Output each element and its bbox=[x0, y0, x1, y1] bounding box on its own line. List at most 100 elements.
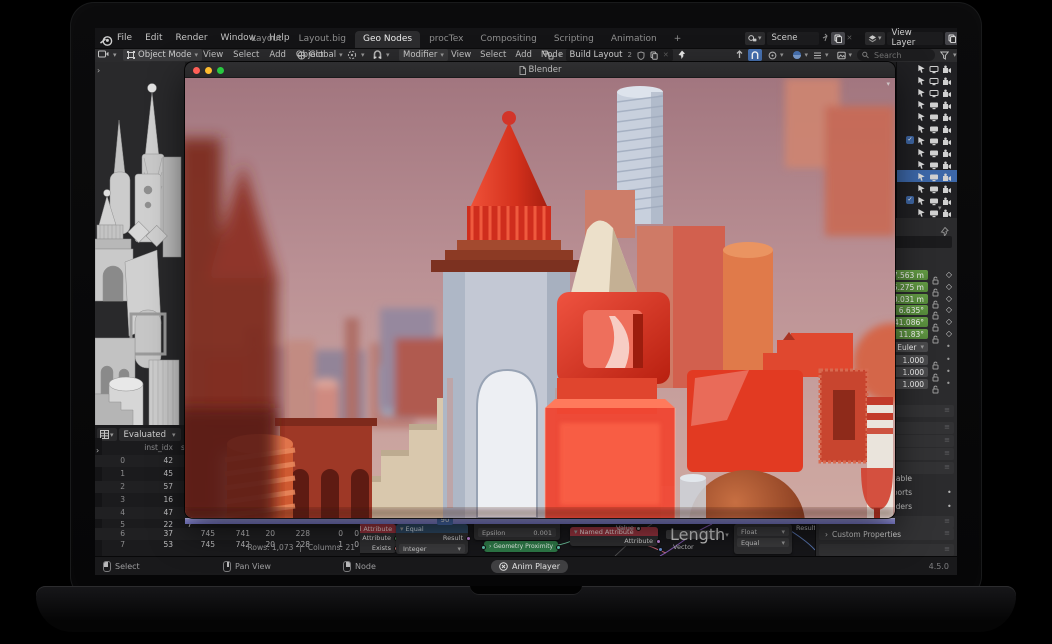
row-expand-arrow-icon[interactable]: › bbox=[96, 446, 99, 455]
menu-file[interactable]: File bbox=[117, 33, 132, 43]
new-view-layer-icon[interactable] bbox=[945, 32, 957, 45]
lock-icon[interactable] bbox=[932, 355, 940, 365]
lock-icon[interactable] bbox=[932, 379, 940, 389]
viewport-3d[interactable] bbox=[95, 62, 185, 425]
parent-up-icon[interactable] bbox=[735, 50, 744, 60]
tab-layout-big[interactable]: Layout.big bbox=[291, 31, 354, 48]
panel-grip-icon[interactable]: ≡ bbox=[944, 406, 950, 414]
checkbox-icon[interactable]: ✓ bbox=[906, 196, 914, 204]
dataset-dropdown[interactable]: Evaluated▾ bbox=[119, 428, 181, 441]
orientation-dropdown[interactable]: Global▾ bbox=[295, 48, 345, 62]
node-named-attribute-right[interactable]: ▾Named Attribute Attribute bbox=[570, 527, 658, 546]
outliner-view-dropdown[interactable]: ▾ bbox=[835, 49, 855, 61]
anim-player-button[interactable]: Anim Player bbox=[491, 560, 568, 573]
lock-icon[interactable] bbox=[932, 305, 940, 315]
lock-icon[interactable] bbox=[932, 270, 940, 280]
panel-grip-icon[interactable]: ≡ bbox=[944, 436, 950, 444]
lock-icon[interactable] bbox=[932, 294, 940, 304]
view-menu-chevron-icon[interactable]: ▾ bbox=[886, 80, 890, 88]
pivot-dropdown[interactable]: ▾ bbox=[347, 48, 365, 62]
animate-dot[interactable]: • bbox=[946, 367, 951, 376]
lock-icon[interactable] bbox=[932, 317, 940, 327]
tab-geo-nodes[interactable]: Geo Nodes bbox=[355, 31, 420, 48]
animate-dot[interactable]: • bbox=[947, 488, 952, 497]
viewport-menu-select[interactable]: Select bbox=[233, 50, 259, 60]
tab-compositing[interactable]: Compositing bbox=[472, 31, 544, 48]
animate-dot[interactable]: • bbox=[947, 502, 952, 511]
fake-user-shield-icon[interactable] bbox=[637, 51, 645, 60]
tab-scripting[interactable]: Scripting bbox=[546, 31, 602, 48]
keyframe-diamond-icon[interactable]: ◇ bbox=[944, 317, 954, 326]
vector-input[interactable]: Vector bbox=[666, 543, 694, 551]
node-geometry-proximity[interactable]: › Geometry Proximity bbox=[484, 541, 558, 552]
render-result-window[interactable]: Blender ▾ bbox=[185, 62, 895, 518]
keyframe-diamond-icon[interactable]: ◇ bbox=[944, 329, 954, 338]
panel-expand-arrow-icon[interactable]: › bbox=[97, 66, 100, 75]
keyframe-diamond-icon[interactable]: ◇ bbox=[944, 305, 954, 314]
lock-icon[interactable] bbox=[932, 282, 940, 292]
unlink-scene-icon[interactable]: ✕ bbox=[847, 34, 853, 42]
animate-dot[interactable]: • bbox=[946, 355, 951, 364]
view-layer-selector[interactable]: ▾ View Layer ✕ bbox=[865, 31, 957, 45]
panel-grip-icon[interactable]: ≡ bbox=[944, 423, 950, 431]
scene-selector[interactable]: ▾ Scene ✕ bbox=[745, 31, 852, 45]
menu-render[interactable]: Render bbox=[176, 33, 208, 43]
panel-grip-icon[interactable]: ≡ bbox=[944, 449, 950, 457]
length-dropdown[interactable]: Length▾ bbox=[666, 530, 720, 539]
viewport-menu-view[interactable]: View bbox=[203, 50, 223, 60]
modifier-dropdown[interactable]: Modifier▾ bbox=[399, 48, 448, 62]
menu-edit[interactable]: Edit bbox=[145, 33, 162, 43]
view-layer-name-field[interactable]: View Layer bbox=[887, 32, 943, 45]
data-type-dropdown[interactable]: Integer▾ bbox=[399, 544, 465, 553]
outliner-row[interactable] bbox=[897, 206, 957, 218]
panel-grip-icon[interactable]: ≡ bbox=[944, 463, 950, 471]
scene-name-field[interactable]: Scene bbox=[767, 32, 819, 45]
checkbox-icon[interactable]: ✓ bbox=[906, 136, 914, 144]
scene-icon[interactable]: ▾ bbox=[745, 32, 765, 45]
tab-layout[interactable]: Layout bbox=[243, 31, 290, 48]
proportional-editing-dropdown[interactable]: ▾ bbox=[766, 49, 786, 61]
panel-grip-icon[interactable]: ≡ bbox=[944, 545, 950, 553]
pin-icon[interactable] bbox=[821, 33, 829, 44]
snap-dropdown[interactable]: ▾ bbox=[373, 48, 390, 62]
tab-proctex[interactable]: procTex bbox=[421, 31, 471, 48]
node-named-attribute-left[interactable]: Named Attribute Attribute Exists bbox=[360, 524, 396, 553]
blender-logo-icon[interactable] bbox=[100, 32, 113, 45]
lock-icon[interactable] bbox=[932, 367, 940, 377]
filter-dropdown[interactable]: ▾ bbox=[940, 48, 957, 62]
pin-icon[interactable] bbox=[677, 50, 686, 60]
selectability-cursor-icon[interactable] bbox=[917, 203, 926, 219]
overlays-dropdown[interactable]: ▾ bbox=[790, 49, 811, 61]
new-scene-icon[interactable] bbox=[831, 32, 845, 45]
viewport-menu-add[interactable]: Add bbox=[269, 50, 285, 60]
lock-icon[interactable] bbox=[932, 329, 940, 339]
node-menu-view[interactable]: View bbox=[451, 50, 471, 60]
keyframe-diamond-icon[interactable]: ◇ bbox=[944, 294, 954, 303]
keyframe-diamond-icon[interactable]: ◇ bbox=[944, 270, 954, 279]
window-titlebar[interactable]: Blender bbox=[185, 62, 895, 78]
node-epsilon-host[interactable]: Epsilon0.001 bbox=[474, 524, 560, 540]
node-group-users[interactable]: 2 bbox=[627, 51, 631, 59]
outliner-panel[interactable]: ✓✓ bbox=[896, 62, 957, 218]
equal-dropdown[interactable]: Equal▾ bbox=[737, 538, 789, 547]
properties-context-chevron-icon[interactable]: ▾ bbox=[938, 204, 942, 212]
tab--[interactable]: + bbox=[666, 31, 690, 48]
snap-magnet-toggle[interactable] bbox=[748, 49, 762, 61]
hide-render-camera-icon[interactable] bbox=[942, 203, 952, 219]
node-menu-select[interactable]: Select bbox=[480, 50, 506, 60]
custom-properties-panel-header[interactable]: ›Custom Properties ≡ bbox=[819, 528, 954, 540]
view-layer-icon[interactable]: ▾ bbox=[865, 32, 885, 45]
node-tree-dropdown[interactable]: ▾ bbox=[558, 51, 562, 59]
float-dropdown[interactable]: Float▾ bbox=[737, 527, 789, 536]
outliner-display-mode-dropdown[interactable]: ▾ bbox=[811, 49, 831, 61]
copy-icon[interactable] bbox=[650, 51, 658, 60]
tab-animation[interactable]: Animation bbox=[603, 31, 665, 48]
editor-type-menu[interactable]: ▾ bbox=[98, 48, 117, 62]
node-compare-equal[interactable]: ▾Equal Result Integer▾ bbox=[396, 524, 468, 554]
animate-dot[interactable]: • bbox=[946, 379, 951, 388]
node-compare-right[interactable]: Float▾ Equal▾ bbox=[734, 524, 792, 554]
collapsed-panel-header[interactable]: ≡ bbox=[819, 544, 954, 556]
panel-grip-icon[interactable]: ≡ bbox=[944, 529, 950, 537]
keyframe-diamond-icon[interactable]: ◇ bbox=[944, 282, 954, 291]
panel-grip-icon[interactable]: ≡ bbox=[944, 517, 950, 525]
